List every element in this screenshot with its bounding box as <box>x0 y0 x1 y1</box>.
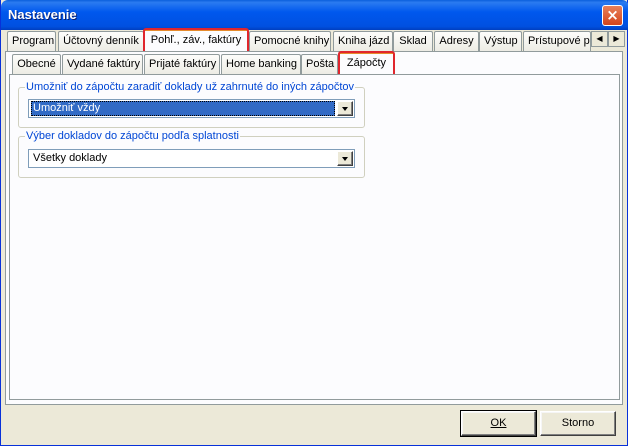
tab-label: Prijaté faktúry <box>149 58 217 70</box>
due-date-select[interactable]: Všetky doklady <box>28 149 355 168</box>
chevron-down-icon[interactable] <box>337 151 353 166</box>
arrow-right-icon: ▶ <box>613 34 620 43</box>
group-due-date-selection-legend: Výber dokladov do zápočtu podľa splatnos… <box>25 130 240 142</box>
tab-program[interactable]: Program <box>7 31 56 52</box>
group-include-documents-legend: Umožniť do zápočtu zaradiť doklady už za… <box>25 81 356 93</box>
tab-label: Vydané faktúry <box>67 58 140 70</box>
group-include-documents: Umožniť do zápočtu zaradiť doklady už za… <box>18 81 365 128</box>
cancel-button-label: Storno <box>561 417 595 429</box>
tab-label: Obecné <box>17 58 56 70</box>
tab-label: Pomocné knihy <box>254 35 330 47</box>
tab-pohladavky-zavazky-faktury[interactable]: Pohľ., záv., faktúry <box>143 28 249 54</box>
zapocty-panel: Umožniť do zápočtu zaradiť doklady už za… <box>9 74 620 400</box>
ok-button[interactable]: OK <box>460 410 537 437</box>
cancel-button[interactable]: Storno <box>540 411 616 436</box>
tab-label: Prístupové pr <box>528 35 591 47</box>
tab-label: Home banking <box>226 58 297 70</box>
settings-window: Nastavenie × Program Účtovný denník Pohľ… <box>0 0 628 446</box>
tab-kniha-jazd[interactable]: Kniha jázd <box>333 31 393 52</box>
include-documents-select[interactable]: Umožniť vždy <box>28 99 355 118</box>
chevron-down-icon[interactable] <box>337 101 353 116</box>
tab-label: Pohľ., záv., faktúry <box>150 34 242 46</box>
tab-pomocne-knihy[interactable]: Pomocné knihy <box>249 31 331 52</box>
tab-label: Účtovný denník <box>63 35 139 47</box>
include-documents-value: Umožniť vždy <box>31 101 335 116</box>
tab-label: Sklad <box>399 35 427 47</box>
sub-tab-strip: Obecné Vydané faktúry Prijaté faktúry Ho… <box>1 51 628 76</box>
window-title: Nastavenie <box>8 7 77 22</box>
tab-scroll-right-button[interactable]: ▶ <box>608 31 625 47</box>
tab-label: Pošta <box>306 58 335 70</box>
tab-label: Zápočty <box>346 57 387 69</box>
ok-button-label: OK <box>490 417 507 429</box>
tab-scroll-arrows: ◀ ▶ <box>591 31 625 47</box>
close-icon: × <box>606 6 619 24</box>
subtab-obecne[interactable]: Obecné <box>12 54 61 75</box>
tab-adresy[interactable]: Adresy <box>434 31 479 52</box>
tab-scroll-left-button[interactable]: ◀ <box>591 31 608 47</box>
group-due-date-selection: Výber dokladov do zápočtu podľa splatnos… <box>18 130 365 178</box>
subtab-posta[interactable]: Pošta <box>301 54 338 75</box>
tab-vystup[interactable]: Výstup <box>479 31 522 52</box>
tab-label: Kniha jázd <box>338 35 390 47</box>
tab-sklad[interactable]: Sklad <box>393 31 433 52</box>
title-bar[interactable]: Nastavenie × <box>1 0 628 30</box>
tab-label: Program <box>12 35 55 47</box>
tab-uctovny-dennik[interactable]: Účtovný denník <box>58 31 144 52</box>
subtab-home-banking[interactable]: Home banking <box>221 54 301 75</box>
tab-label: Výstup <box>484 35 518 47</box>
main-tab-strip: Program Účtovný denník Pohľ., záv., fakt… <box>1 28 628 54</box>
tab-label: Adresy <box>439 35 474 47</box>
close-button[interactable]: × <box>602 5 623 26</box>
subtab-vydane-faktury[interactable]: Vydané faktúry <box>62 54 143 75</box>
due-date-value: Všetky doklady <box>33 152 107 164</box>
arrow-left-icon: ◀ <box>596 34 603 43</box>
tab-pristupove-prava[interactable]: Prístupové pr <box>523 31 591 52</box>
subtab-prijate-faktury[interactable]: Prijaté faktúry <box>144 54 220 75</box>
subtab-zapocty[interactable]: Zápočty <box>338 51 395 76</box>
